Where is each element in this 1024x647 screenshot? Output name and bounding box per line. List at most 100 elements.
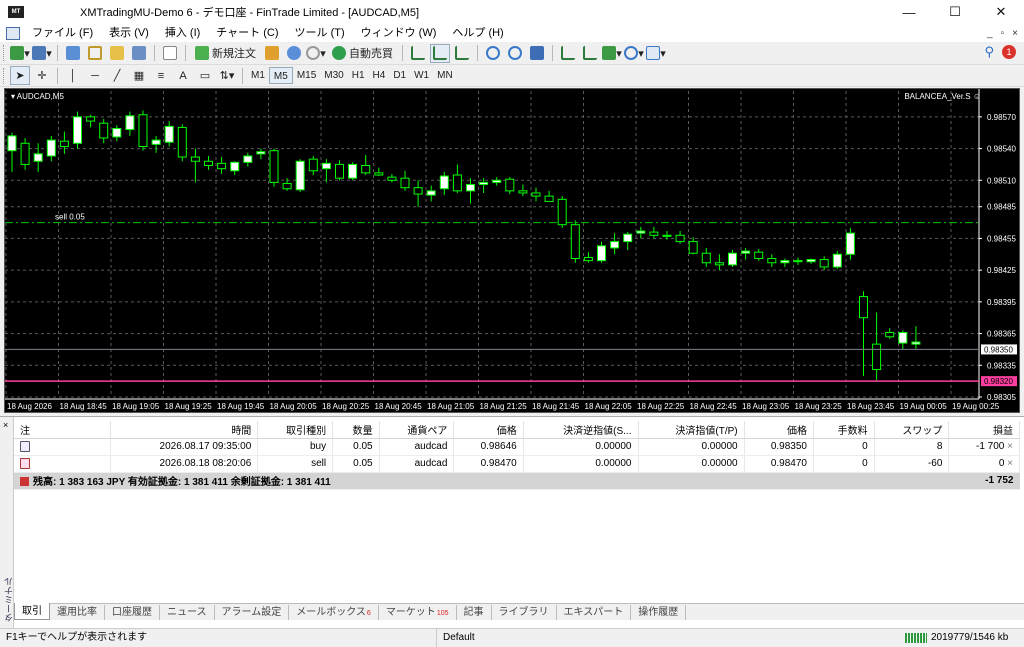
order-tp[interactable]: 0.00000: [638, 455, 745, 473]
vertical-line-button[interactable]: │: [63, 66, 83, 85]
col-time[interactable]: 時間: [110, 421, 259, 439]
col-symbol[interactable]: 通貨ペア: [379, 421, 455, 439]
menu-help[interactable]: ヘルプ (H): [444, 24, 511, 42]
order-sl[interactable]: 0.00000: [523, 438, 639, 456]
menu-tools[interactable]: ツール (T): [287, 24, 353, 42]
shapes-menu-button[interactable]: ⇅ ▾: [217, 66, 237, 85]
minimize-button[interactable]: —: [886, 0, 932, 24]
data-window-button[interactable]: [85, 44, 105, 63]
crosshair-tool-button[interactable]: ✛: [32, 66, 52, 85]
tab-news[interactable]: ニュース: [160, 605, 215, 620]
col-profit[interactable]: 損益: [948, 421, 1020, 439]
menu-window[interactable]: ウィンドウ (W): [353, 24, 445, 42]
navigator-button[interactable]: [107, 44, 127, 63]
mdi-minimize-button[interactable]: _: [987, 28, 993, 39]
label-tool-button[interactable]: ▭: [195, 66, 215, 85]
col-swap[interactable]: スワップ: [874, 421, 950, 439]
tile-windows-button[interactable]: [527, 44, 547, 63]
candle: [531, 187, 541, 202]
mdi-close-button[interactable]: ×: [1012, 28, 1018, 39]
metaeditor-button[interactable]: [262, 44, 282, 63]
menu-view[interactable]: 表示 (V): [101, 24, 157, 42]
cursor-tool-button[interactable]: ➤: [10, 66, 30, 85]
close-button[interactable]: ✕: [978, 0, 1024, 24]
timeframe-d1[interactable]: D1: [389, 67, 410, 84]
table-row[interactable]: 2026.08.17 09:35:00 buy 0.05 audcad 0.98…: [14, 438, 1020, 456]
timeframe-w1[interactable]: W1: [410, 67, 433, 84]
profiles-button[interactable]: ▾: [32, 44, 52, 63]
templates-button[interactable]: ▾: [646, 44, 666, 63]
terminal-button[interactable]: [129, 44, 149, 63]
col-commission[interactable]: 手数料: [813, 421, 875, 439]
status-profile[interactable]: Default: [437, 629, 905, 647]
menu-file[interactable]: ファイル (F): [24, 24, 101, 42]
candlestick-chart[interactable]: 0.98570 0.98540 0.98510 0.98485 0.98455 0.984…: [5, 89, 1019, 412]
timeframe-h4[interactable]: H4: [369, 67, 390, 84]
tab-alerts[interactable]: アラーム設定: [215, 605, 290, 620]
indicators-button[interactable]: ▾: [602, 44, 622, 63]
timeframe-m15[interactable]: M15: [293, 67, 320, 84]
maximize-button[interactable]: ☐: [932, 0, 978, 24]
chart-window[interactable]: 0.98570 0.98540 0.98510 0.98485 0.98455 0.984…: [4, 88, 1020, 413]
col-volume[interactable]: 数量: [332, 421, 380, 439]
timeframe-m5[interactable]: M5: [268, 67, 293, 84]
candle-body: [20, 142, 30, 165]
standard-toolbar: ▾ ▾ 新規注文 ▾ 自動売買 ▾ ▾ ▾: [0, 42, 1024, 65]
tab-market[interactable]: マーケット105: [379, 605, 457, 620]
order-sl[interactable]: 0.00000: [523, 455, 639, 473]
table-row[interactable]: 2026.08.18 08:20:06 sell 0.05 audcad 0.9…: [14, 455, 1020, 473]
text-tool-button[interactable]: A: [173, 66, 193, 85]
tab-exposure[interactable]: 運用比率: [50, 605, 105, 620]
community-button[interactable]: [284, 44, 304, 63]
tab-mailbox[interactable]: メールボックス6: [289, 605, 379, 620]
signals-button[interactable]: ▾: [306, 44, 326, 63]
col-stop-loss[interactable]: 決済逆指値(S...: [523, 421, 639, 439]
terminal-close-button[interactable]: ×: [3, 420, 8, 430]
fibonacci-button[interactable]: ≡: [151, 66, 171, 85]
market-watch-button[interactable]: [63, 44, 83, 63]
channel-button[interactable]: ▦: [129, 66, 149, 85]
timeframe-h1[interactable]: H1: [348, 67, 369, 84]
autoscroll-button[interactable]: [558, 44, 578, 63]
col-price[interactable]: 価格: [453, 421, 524, 439]
chart-window-icon[interactable]: [6, 26, 20, 40]
search-icon[interactable]: ⚲: [984, 44, 994, 60]
candlestick-button[interactable]: [430, 43, 450, 63]
periods-button[interactable]: ▾: [624, 44, 644, 63]
tab-experts[interactable]: エキスパート: [557, 605, 632, 620]
col-take-profit[interactable]: 決済指値(T/P): [638, 421, 745, 439]
close-order-icon[interactable]: ×: [1007, 441, 1013, 452]
new-order-button[interactable]: 新規注文: [191, 44, 260, 63]
tab-library[interactable]: ライブラリ: [492, 605, 557, 620]
timeframe-m1[interactable]: M1: [247, 67, 269, 84]
strategy-tester-button[interactable]: [160, 44, 180, 63]
timeframe-m30[interactable]: M30: [320, 67, 347, 84]
zoom-in-button[interactable]: [483, 44, 503, 63]
zoom-out-button[interactable]: [505, 44, 525, 63]
menu-insert[interactable]: 挿入 (I): [157, 24, 208, 42]
line-chart-button[interactable]: [452, 44, 472, 63]
time-axis-label: 19 Aug 00:25: [952, 402, 1000, 411]
tab-trade[interactable]: 取引: [14, 603, 50, 620]
horizontal-line-button[interactable]: ─: [85, 66, 105, 85]
chart-shift-button[interactable]: [580, 44, 600, 63]
new-chart-button[interactable]: ▾: [10, 44, 30, 63]
col-current-price[interactable]: 価格: [744, 421, 814, 439]
autotrading-button[interactable]: 自動売買: [328, 44, 397, 63]
tab-articles[interactable]: 記事: [457, 605, 492, 620]
tab-account-history[interactable]: 口座履歴: [105, 605, 160, 620]
bar-chart-button[interactable]: [408, 44, 428, 63]
mdi-restore-button[interactable]: ▫: [1001, 28, 1005, 39]
time-axis-label: 18 Aug 22:25: [637, 402, 685, 411]
notifications-badge[interactable]: 1: [1002, 45, 1016, 59]
tab-journal[interactable]: 操作履歴: [631, 605, 687, 620]
close-order-icon[interactable]: ×: [1007, 458, 1013, 469]
menu-charts[interactable]: チャート (C): [208, 24, 286, 42]
order-tp[interactable]: 0.00000: [638, 438, 745, 456]
bid-price-label: 0.98350: [984, 345, 1013, 354]
col-type[interactable]: 取引種別: [257, 421, 334, 439]
connection-status[interactable]: 2019779/1546 kb: [905, 632, 1008, 643]
timeframe-mn[interactable]: MN: [433, 67, 457, 84]
col-order[interactable]: 注: [14, 421, 111, 439]
trendline-button[interactable]: ╱: [107, 66, 127, 85]
